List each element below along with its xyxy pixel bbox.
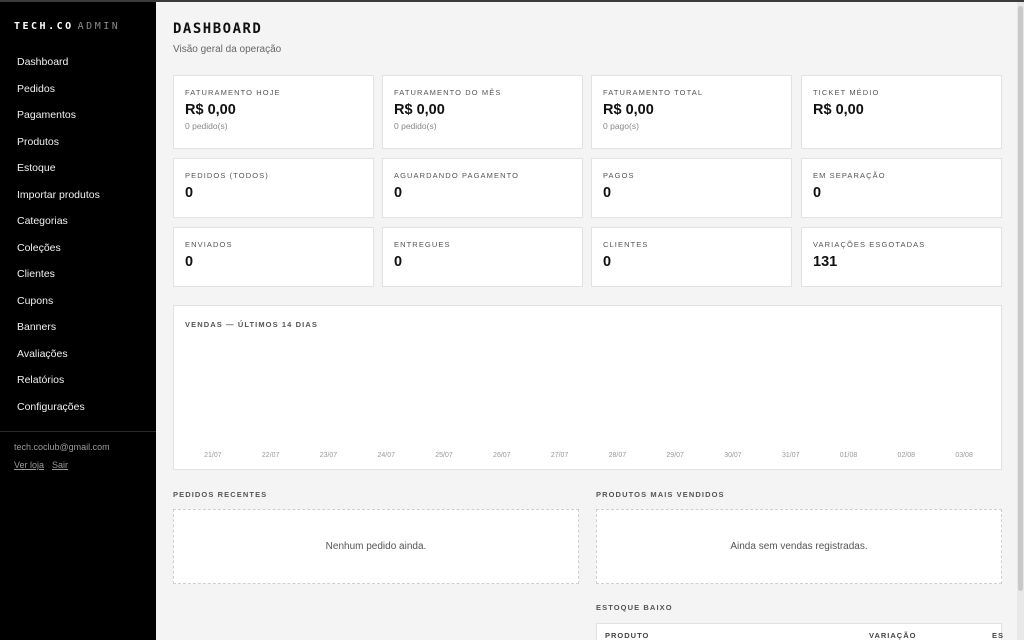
- chart-tick-label: 28/07: [609, 452, 627, 459]
- stat-label: CLIENTES: [603, 240, 649, 249]
- chart-title: VENDAS — ÚLTIMOS 14 DIAS: [185, 320, 318, 329]
- sidebar-nav: Dashboard Pedidos Pagamentos Produtos Es…: [0, 49, 156, 420]
- column-header-produto[interactable]: PRODUTO: [605, 631, 649, 640]
- chart-tick-label: 23/07: [320, 452, 338, 459]
- stat-value: 0: [603, 185, 612, 201]
- recent-orders-title: PEDIDOS RECENTES: [173, 490, 268, 499]
- sidebar-item-colecoes[interactable]: Coleções: [0, 235, 156, 262]
- sidebar-item-relatorios[interactable]: Relatórios: [0, 367, 156, 394]
- stat-sub: 0 pedido(s): [394, 121, 437, 131]
- stat-sub: 0 pago(s): [603, 121, 639, 131]
- stat-label: FATURAMENTO TOTAL: [603, 88, 704, 97]
- sidebar-item-clientes[interactable]: Clientes: [0, 261, 156, 288]
- sidebar-item-configuracoes[interactable]: Configurações: [0, 394, 156, 421]
- stat-card-em-separacao: EM SEPARAÇÃO 0: [801, 158, 1002, 218]
- chart-tick-label: 03/08: [955, 452, 973, 459]
- stat-label: PEDIDOS (TODOS): [185, 171, 269, 180]
- chart-tick-label: 24/07: [377, 452, 395, 459]
- stat-label: PAGOS: [603, 171, 635, 180]
- stat-label: ENVIADOS: [185, 240, 233, 249]
- view-store-link[interactable]: Ver loja: [14, 460, 44, 470]
- sidebar-item-cupons[interactable]: Cupons: [0, 288, 156, 315]
- stat-label: ENTREGUES: [394, 240, 451, 249]
- stat-sub: 0 pedido(s): [185, 121, 228, 131]
- sidebar-item-importar-produtos[interactable]: Importar produtos: [0, 182, 156, 209]
- chart-tick-label: 26/07: [493, 452, 511, 459]
- stat-label: AGUARDANDO PAGAMENTO: [394, 171, 520, 180]
- page-title: DASHBOARD: [173, 21, 263, 37]
- sidebar-item-pagamentos[interactable]: Pagamentos: [0, 102, 156, 129]
- sidebar-item-dashboard[interactable]: Dashboard: [0, 49, 156, 76]
- recent-orders-empty: Nenhum pedido ainda.: [173, 509, 579, 584]
- stat-card-faturamento-total: FATURAMENTO TOTAL R$ 0,00 0 pago(s): [591, 75, 792, 149]
- chart-tick-label: 30/07: [724, 452, 742, 459]
- stat-value: 131: [813, 254, 838, 270]
- low-stock-title: ESTOQUE BAIXO: [596, 603, 673, 612]
- stat-card-pedidos-todos: PEDIDOS (TODOS) 0: [173, 158, 374, 218]
- stat-value: R$ 0,00: [813, 102, 864, 118]
- stat-card-ticket-medio: TICKET MÉDIO R$ 0,00: [801, 75, 1002, 149]
- stat-value: 0: [394, 254, 403, 270]
- stat-card-faturamento-hoje: FATURAMENTO HOJE R$ 0,00 0 pedido(s): [173, 75, 374, 149]
- sidebar-item-avaliacoes[interactable]: Avaliações: [0, 341, 156, 368]
- stat-label: FATURAMENTO DO MÊS: [394, 88, 502, 97]
- chart-tick-label: 02/08: [898, 452, 916, 459]
- stat-card-aguardando-pagamento: AGUARDANDO PAGAMENTO 0: [382, 158, 583, 218]
- brand-name: TECH.CO: [14, 21, 74, 32]
- chart-tick-label: 31/07: [782, 452, 800, 459]
- stat-value: 0: [185, 254, 194, 270]
- sidebar-footer-links: Ver loja Sair: [14, 460, 76, 470]
- stat-card-clientes: CLIENTES 0: [591, 227, 792, 287]
- stat-card-pagos: PAGOS 0: [591, 158, 792, 218]
- sidebar: TECH.CO ADMIN Dashboard Pedidos Pagamento…: [0, 2, 156, 640]
- brand-sub: ADMIN: [77, 21, 121, 32]
- page-scrollbar[interactable]: [1017, 2, 1024, 640]
- sidebar-item-estoque[interactable]: Estoque: [0, 155, 156, 182]
- top-products-title: PRODUTOS MAIS VENDIDOS: [596, 490, 725, 499]
- column-header-estoque[interactable]: ES: [992, 631, 1004, 640]
- sales-chart: 21/07 22/07 23/07 24/07 25/07 26/07 27/07 28/07…: [204, 452, 973, 459]
- sidebar-item-pedidos[interactable]: Pedidos: [0, 76, 156, 103]
- sidebar-item-banners[interactable]: Banners: [0, 314, 156, 341]
- chart-tick-label: 22/07: [262, 452, 280, 459]
- column-header-variacao[interactable]: VARIAÇÃO: [869, 631, 916, 640]
- page-subtitle: Visão geral da operação: [173, 44, 282, 55]
- stat-value: 0: [394, 185, 403, 201]
- logout-link[interactable]: Sair: [52, 460, 68, 470]
- stat-value: 0: [185, 185, 194, 201]
- stat-label: FATURAMENTO HOJE: [185, 88, 281, 97]
- low-stock-table-header: PRODUTO VARIAÇÃO ES: [596, 623, 1004, 640]
- chart-tick-label: 25/07: [435, 452, 453, 459]
- stat-value: 0: [603, 254, 612, 270]
- stat-card-enviados: ENVIADOS 0: [173, 227, 374, 287]
- scrollbar-thumb[interactable]: [1018, 6, 1023, 591]
- stat-card-entregues: ENTREGUES 0: [382, 227, 583, 287]
- top-products-empty: Ainda sem vendas registradas.: [596, 509, 1002, 584]
- stat-card-faturamento-mes: FATURAMENTO DO MÊS R$ 0,00 0 pedido(s): [382, 75, 583, 149]
- sales-chart-card: 21/07 22/07 23/07 24/07 25/07 26/07 27/07 28/07…: [173, 305, 1002, 470]
- sidebar-item-produtos[interactable]: Produtos: [0, 129, 156, 156]
- sidebar-divider: [0, 431, 156, 432]
- chart-tick-label: 27/07: [551, 452, 569, 459]
- chart-tick-label: 01/08: [840, 452, 858, 459]
- sidebar-item-categorias[interactable]: Categorias: [0, 208, 156, 235]
- stat-label: TICKET MÉDIO: [813, 88, 880, 97]
- stat-value: R$ 0,00: [603, 102, 654, 118]
- stat-value: 0: [813, 185, 822, 201]
- stat-label: EM SEPARAÇÃO: [813, 171, 886, 180]
- stat-value: R$ 0,00: [394, 102, 445, 118]
- stat-card-variacoes-esgotadas: VARIAÇÕES ESGOTADAS 131: [801, 227, 1002, 287]
- stat-label: VARIAÇÕES ESGOTADAS: [813, 240, 926, 249]
- chart-tick-label: 21/07: [204, 452, 222, 459]
- chart-tick-label: 29/07: [666, 452, 684, 459]
- brand-logo[interactable]: TECH.CO ADMIN: [14, 21, 120, 32]
- stat-value: R$ 0,00: [185, 102, 236, 118]
- user-email: tech.coclub@gmail.com: [14, 442, 110, 452]
